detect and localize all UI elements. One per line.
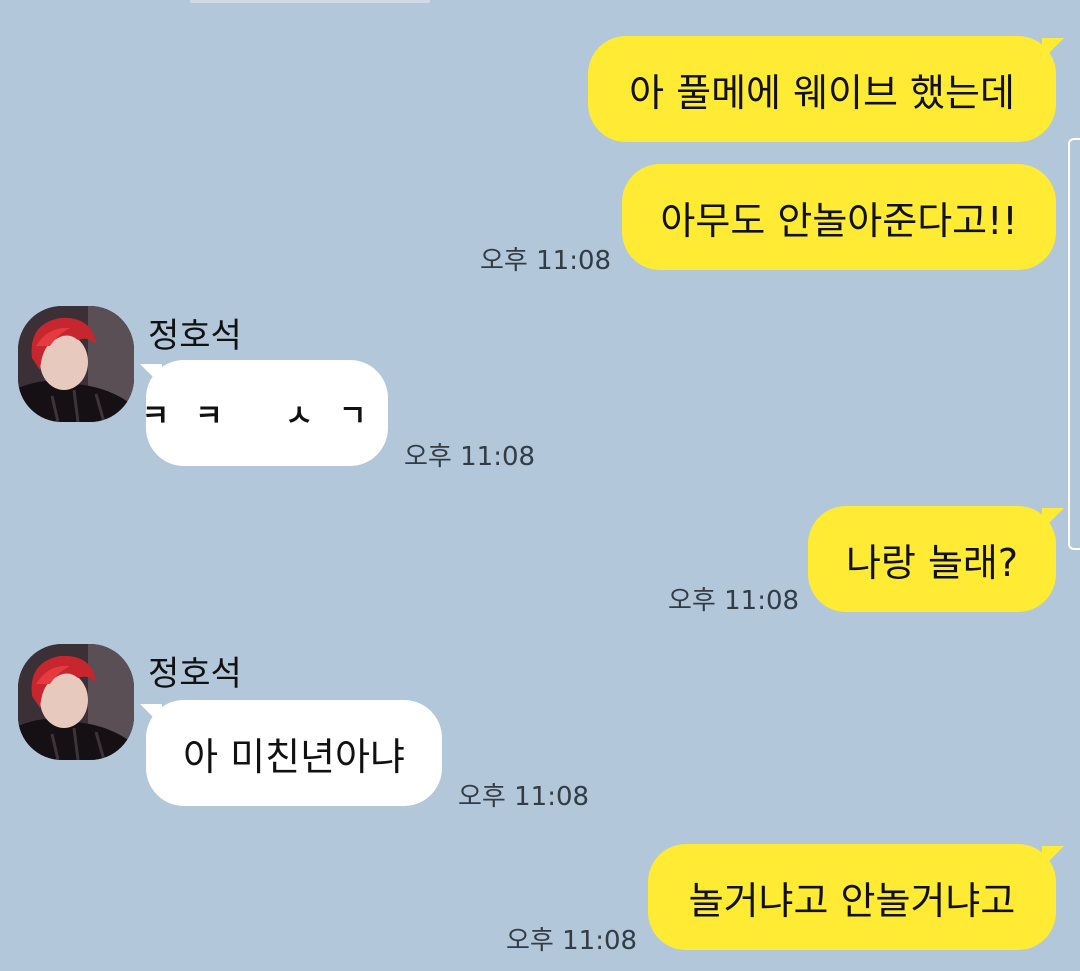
message-timestamp: 오후 11:08: [506, 926, 638, 956]
message-text: 나랑 놀래?: [845, 540, 1019, 585]
message-bubble-sent[interactable]: 아무도 안놀아준다고!!: [622, 164, 1056, 270]
message-bubble-received[interactable]: 아 미친년아냐: [146, 700, 442, 806]
message-timestamp: 오후 11:08: [668, 586, 800, 616]
bubble-tail: [1042, 38, 1064, 60]
sender-name: 정호석: [148, 316, 242, 356]
bubble-tail: [1042, 508, 1064, 530]
scrollbar[interactable]: [1068, 138, 1080, 550]
bubble-tail: [1042, 846, 1064, 868]
message-text: 아 미친년아냐: [183, 734, 405, 779]
bubble-tail: [140, 364, 162, 386]
message-timestamp: 오후 11:08: [480, 246, 612, 276]
message-text: 아무도 안놀아준다고!!: [660, 198, 1018, 243]
message-bubble-sent[interactable]: 아 풀메에 웨이브 했는데: [588, 36, 1056, 142]
message-timestamp: 오후 11:08: [404, 442, 536, 472]
message-text: 놀거냐고 안놀거냐고: [688, 878, 1016, 923]
message-text: 아 풀메에 웨이브 했는데: [629, 70, 1015, 115]
avatar[interactable]: [18, 644, 134, 760]
avatar-photo-icon: [18, 306, 134, 422]
message-bubble-sent[interactable]: 놀거냐고 안놀거냐고: [648, 844, 1056, 950]
sender-name: 정호석: [148, 654, 242, 694]
message-bubble-received[interactable]: ㅋㅋ ㅅㄱ: [142, 360, 388, 466]
message-text: ㅋㅋ ㅅㄱ: [141, 399, 393, 434]
bubble-tail: [140, 704, 162, 726]
top-divider: [190, 0, 430, 3]
avatar-photo-icon: [18, 644, 134, 760]
avatar[interactable]: [18, 306, 134, 422]
message-timestamp: 오후 11:08: [458, 782, 590, 812]
message-bubble-sent[interactable]: 나랑 놀래?: [808, 506, 1056, 612]
